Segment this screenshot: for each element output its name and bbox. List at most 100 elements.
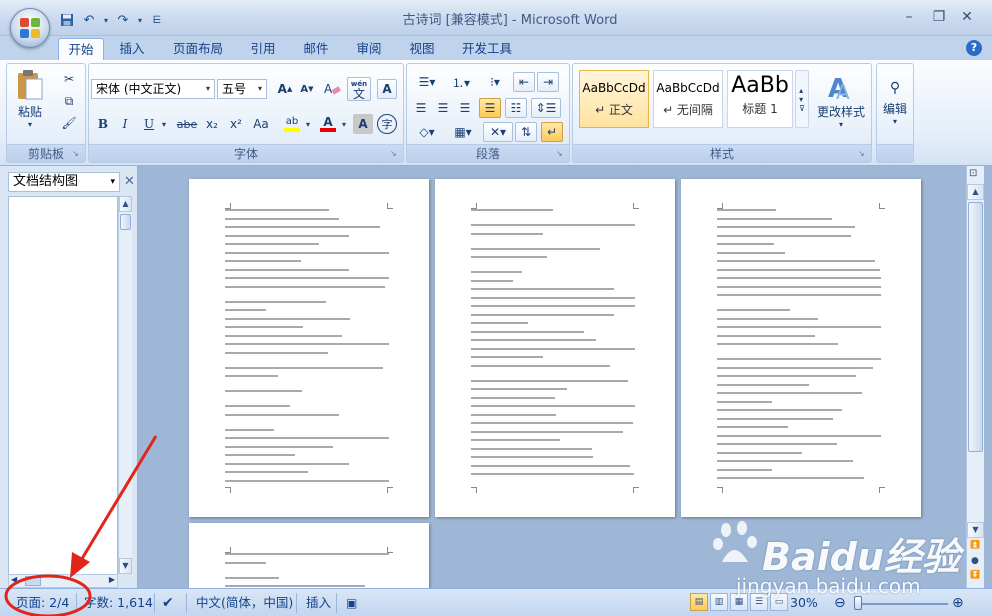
page-3[interactable] (681, 179, 921, 517)
word-count[interactable]: 字数: 1,614 (84, 594, 153, 612)
change-styles-button[interactable]: AA 更改样式 ▾ (813, 66, 869, 136)
scroll-left-icon[interactable]: ◀ (11, 575, 17, 584)
main-vertical-scrollbar[interactable]: ⊡ ▲ ▼ ⏫ ● ⏬ (966, 166, 984, 588)
clipboard-dialog-launcher-icon[interactable]: ↘ (72, 149, 82, 159)
scroll-up-icon[interactable]: ▲ (967, 184, 984, 200)
redo-icon[interactable]: ↷ (114, 11, 132, 29)
undo-dropdown-icon[interactable]: ▾ (102, 11, 110, 29)
bullets-icon[interactable]: ☰▾ (411, 72, 443, 92)
scroll-up-icon[interactable]: ▲ (119, 196, 132, 212)
font-size-combo[interactable]: 五号 ▾ (217, 79, 267, 99)
zoom-slider-thumb[interactable] (854, 596, 862, 610)
chinese-layout-icon[interactable]: ✕▾ (483, 122, 513, 142)
decrease-indent-icon[interactable]: ⇤ (513, 72, 535, 92)
tab-review[interactable]: 审阅 (346, 38, 392, 60)
italic-button[interactable]: I (115, 114, 135, 134)
style-heading-1[interactable]: AaBb 标题 1 (727, 70, 793, 128)
copy-icon[interactable]: ⧉ (59, 92, 79, 110)
document-map-selector[interactable]: 文档结构图 ▾ (8, 172, 120, 192)
redo-dropdown-icon[interactable]: ▾ (136, 11, 144, 29)
multilevel-list-icon[interactable]: ⁝▾ (479, 72, 511, 92)
enclose-characters-button[interactable]: 字 (377, 114, 397, 134)
outline-view-icon[interactable]: ☰ (750, 593, 768, 611)
style-no-spacing[interactable]: AaBbCcDd ↵ 无间隔 (653, 70, 723, 128)
tab-references[interactable]: 引用 (242, 38, 284, 60)
docmap-horizontal-scrollbar[interactable]: ◀ ▶ (8, 574, 118, 588)
save-icon[interactable] (58, 11, 76, 29)
close-icon[interactable]: ✕ (954, 6, 980, 28)
customize-icon[interactable]: ⋿ (148, 11, 166, 29)
scroll-thumb[interactable] (120, 214, 131, 230)
draft-view-icon[interactable]: ▭ (770, 593, 788, 611)
page-indicator[interactable]: 页面: 2/4 (16, 594, 69, 612)
increase-indent-icon[interactable]: ⇥ (537, 72, 559, 92)
scroll-thumb[interactable] (25, 576, 41, 586)
proofing-icon[interactable]: ✔ (162, 594, 174, 612)
clear-formatting-icon[interactable]: A (321, 79, 343, 99)
undo-icon[interactable]: ↶ (80, 11, 98, 29)
highlight-dropdown-icon[interactable]: ▾ (303, 114, 313, 134)
previous-page-icon[interactable]: ⏫ (970, 540, 980, 549)
paragraph-dialog-launcher-icon[interactable]: ↘ (556, 149, 566, 159)
styles-scroll[interactable]: ▴ ▾ ⊽ (795, 70, 809, 128)
tab-mailings[interactable]: 邮件 (294, 38, 338, 60)
format-painter-icon[interactable]: 🖌 (59, 114, 79, 132)
font-color-button[interactable]: A (317, 112, 339, 136)
ruler-toggle-icon[interactable]: ⊡ (969, 168, 983, 182)
superscript-button[interactable]: x² (225, 114, 247, 134)
find-button[interactable]: ⚲ 编辑 ▾ (879, 70, 911, 136)
tab-developer[interactable]: 开发工具 (452, 38, 522, 60)
numbering-icon[interactable]: ⒈▾ (445, 72, 477, 92)
justify-icon[interactable]: ☰ (479, 98, 501, 118)
phonetic-guide-button[interactable]: wén 文 (347, 77, 371, 101)
next-page-icon[interactable]: ⏬ (970, 570, 980, 579)
shrink-font-icon[interactable]: A ▼ (297, 79, 317, 99)
borders-icon[interactable]: ▦▾ (447, 122, 479, 142)
scroll-down-icon[interactable]: ▼ (967, 522, 984, 538)
align-center-icon[interactable]: ☰ (433, 98, 453, 118)
full-screen-reading-icon[interactable]: ▥ (710, 593, 728, 611)
align-right-icon[interactable]: ☰ (455, 98, 475, 118)
zoom-in-icon[interactable]: ⊕ (952, 594, 964, 612)
styles-dialog-launcher-icon[interactable]: ↘ (858, 149, 868, 159)
change-case-button[interactable]: Aa (249, 114, 273, 134)
strikethrough-button[interactable]: abe (175, 114, 199, 134)
line-spacing-icon[interactable]: ⇕☰ (531, 98, 561, 118)
close-icon[interactable]: ✕ (124, 174, 135, 189)
cut-icon[interactable]: ✂ (59, 70, 79, 88)
shading-icon[interactable]: ◇▾ (411, 122, 443, 142)
tab-page-layout[interactable]: 页面布局 (164, 38, 232, 60)
font-name-combo[interactable]: 宋体 (中文正文) ▾ (91, 79, 215, 99)
macro-record-icon[interactable]: ▣ (346, 594, 357, 612)
tab-insert[interactable]: 插入 (110, 38, 154, 60)
underline-dropdown-icon[interactable]: ▾ (159, 114, 169, 134)
bold-button[interactable]: B (93, 114, 113, 134)
select-browse-object-icon[interactable]: ● (971, 556, 979, 566)
page-2[interactable] (435, 179, 675, 517)
font-dialog-launcher-icon[interactable]: ↘ (390, 149, 400, 159)
minimize-icon[interactable]: – (896, 6, 922, 28)
document-map-tree[interactable] (8, 196, 118, 582)
show-marks-icon[interactable]: ↵ (541, 122, 563, 142)
zoom-out-icon[interactable]: ⊖ (834, 594, 846, 612)
restore-icon[interactable]: ❐ (926, 6, 952, 28)
character-shading-button[interactable]: A (353, 114, 373, 134)
scroll-down-icon[interactable]: ▼ (119, 558, 132, 574)
language-indicator[interactable]: 中文(简体，中国) (196, 594, 293, 612)
style-normal[interactable]: AaBbCcDd ↵ 正文 (579, 70, 649, 128)
sort-icon[interactable]: ⇅ (515, 122, 537, 142)
paste-button[interactable]: 粘贴 ▾ (13, 68, 47, 130)
print-layout-view-icon[interactable]: ▤ (690, 593, 708, 611)
office-button[interactable] (10, 8, 50, 48)
page-1[interactable] (189, 179, 429, 517)
highlight-button[interactable]: ab (281, 112, 303, 136)
web-layout-icon[interactable]: ▦ (730, 593, 748, 611)
insert-mode[interactable]: 插入 (306, 594, 331, 612)
document-area[interactable] (139, 166, 965, 588)
font-color-dropdown-icon[interactable]: ▾ (339, 114, 349, 134)
underline-button[interactable]: U (139, 114, 159, 134)
align-left-icon[interactable]: ☰ (411, 98, 431, 118)
distributed-icon[interactable]: ☷ (505, 98, 527, 118)
help-icon[interactable]: ? (966, 40, 982, 56)
grow-font-icon[interactable]: A ▲ (275, 79, 295, 99)
